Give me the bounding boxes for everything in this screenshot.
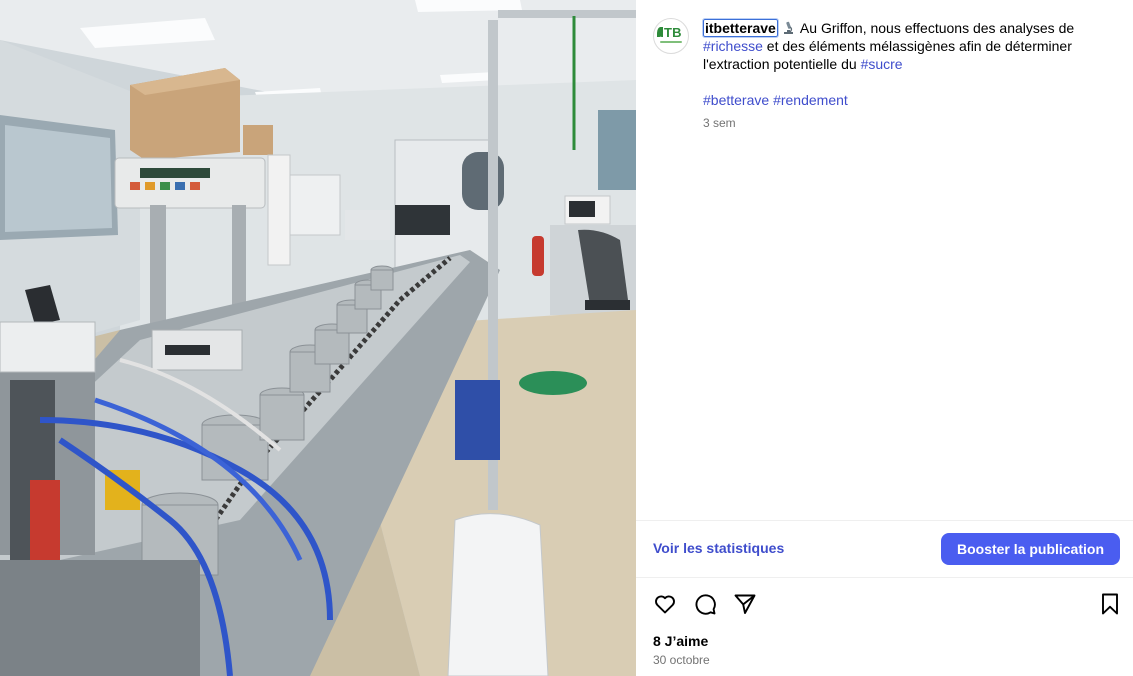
avatar[interactable]: ITB	[653, 18, 689, 54]
lab-photo-illustration	[0, 0, 636, 676]
post-date[interactable]: 30 octobre	[653, 653, 710, 667]
avatar-logo-text: ITB	[660, 25, 682, 40]
hashtag-rendement[interactable]: #rendement	[773, 92, 848, 108]
divider	[636, 520, 1133, 521]
hashtag-sucre[interactable]: #sucre	[861, 56, 903, 72]
caption-text-part-1: Au Griffon, nous effectuons des analyses…	[796, 20, 1075, 36]
divider	[636, 577, 1133, 578]
microscope-icon	[783, 21, 793, 34]
hashtag-richesse[interactable]: #richesse	[703, 38, 763, 54]
likes-count[interactable]: 8 J’aime	[653, 633, 708, 649]
avatar-logo-underline	[660, 41, 682, 43]
view-insights-link[interactable]: Voir les statistiques	[653, 540, 784, 556]
post-caption: itbetterave Au Griffon, nous effectuons …	[702, 18, 1103, 73]
post-time-ago[interactable]: 3 sem	[703, 116, 736, 130]
username-link[interactable]: itbetterave	[702, 18, 779, 38]
hashtag-betterave[interactable]: #betterave	[703, 92, 769, 108]
heart-icon[interactable]	[653, 592, 677, 616]
post-photo[interactable]	[0, 0, 636, 676]
paper-plane-icon[interactable]	[733, 592, 757, 616]
comment-icon[interactable]	[693, 592, 717, 616]
boost-post-button[interactable]: Booster la publication	[941, 533, 1120, 565]
hashtag-line: #betterave #rendement	[703, 91, 848, 109]
bookmark-icon[interactable]	[1098, 592, 1122, 616]
post-details-panel: ITB itbetterave Au Griffon, nous effectu…	[636, 0, 1133, 676]
